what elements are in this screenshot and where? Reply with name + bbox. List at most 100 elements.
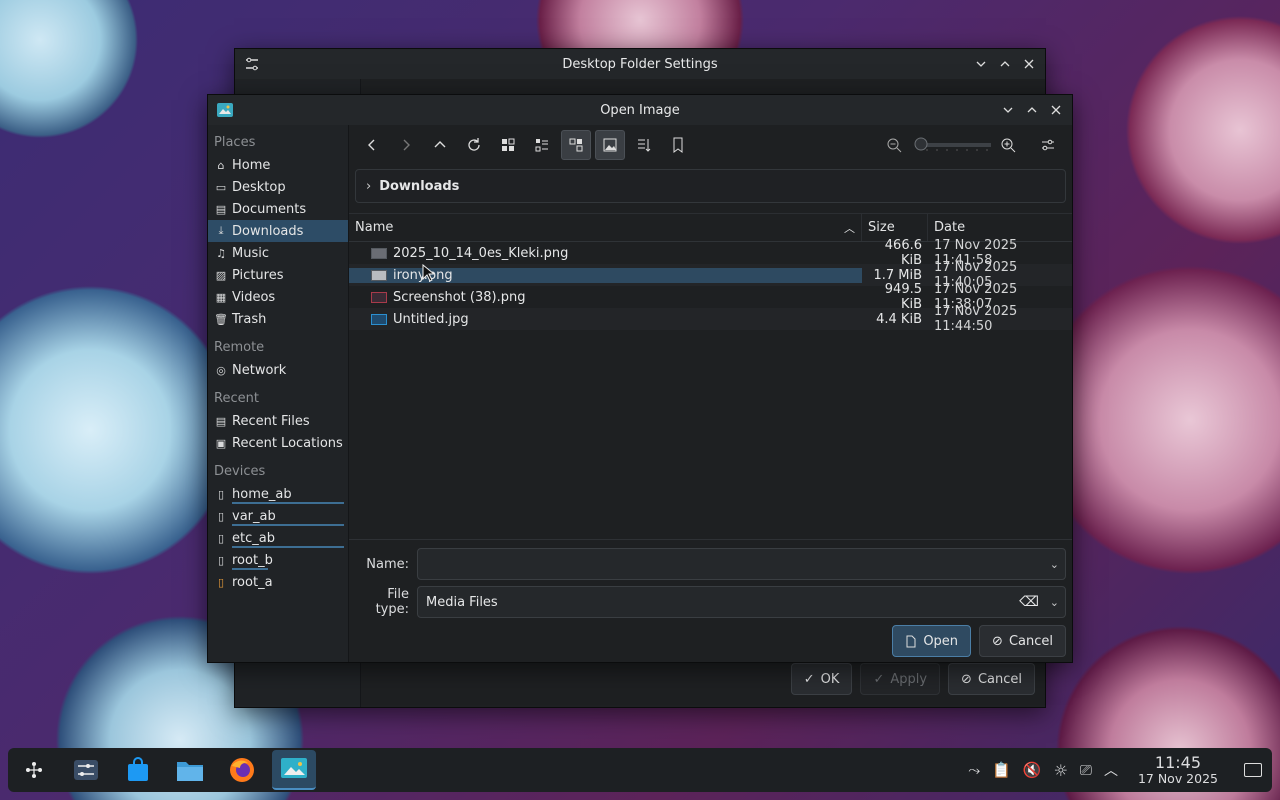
- place-label: Desktop: [232, 179, 286, 195]
- chevron-down-icon[interactable]: ⌄: [1050, 596, 1059, 609]
- place-label: Music: [232, 245, 269, 261]
- place-downloads[interactable]: ⤓ Downloads: [208, 220, 348, 242]
- place-pictures[interactable]: ▨ Pictures: [208, 264, 348, 286]
- place-desktop[interactable]: ▭ Desktop: [208, 176, 348, 198]
- icons-view-button[interactable]: [493, 130, 523, 160]
- place-trash[interactable]: 🗑 Trash: [208, 308, 348, 330]
- column-name-label: Name: [355, 220, 394, 235]
- network-wired-icon[interactable]: ⎚: [1080, 761, 1092, 779]
- place-music[interactable]: ♫ Music: [208, 242, 348, 264]
- device-label: home_ab: [232, 486, 292, 502]
- places-panel: Places ⌂ Home ▭ Desktop ▤ Documents ⤓ Downlo…: [208, 125, 349, 662]
- device-home-ab[interactable]: ▯ home_ab: [208, 483, 348, 505]
- device-var-ab[interactable]: ▯ var_ab: [208, 505, 348, 527]
- file-row[interactable]: Untitled.jpg 4.4 KiB 17 Nov 2025 11:44:50: [349, 304, 1072, 334]
- open-button[interactable]: Open: [892, 625, 972, 657]
- device-etc-ab[interactable]: ▯ etc_ab: [208, 527, 348, 549]
- place-recent-locations[interactable]: ▣ Recent Locations: [208, 432, 348, 454]
- zoom-slider[interactable]: [913, 137, 993, 153]
- sliders-icon: [1042, 139, 1054, 151]
- place-recent-files[interactable]: ▤ Recent Files: [208, 410, 348, 432]
- close-button[interactable]: [1019, 54, 1039, 74]
- sort-icon: [638, 139, 651, 152]
- check-icon: ✓: [803, 671, 815, 687]
- launcher-icon: [26, 762, 42, 778]
- show-desktop-icon[interactable]: [1244, 763, 1262, 777]
- volume-muted-icon[interactable]: 🔇: [1023, 761, 1042, 779]
- app-launcher-button[interactable]: [12, 750, 56, 790]
- place-documents[interactable]: ▤ Documents: [208, 198, 348, 220]
- dialog-maximize-button[interactable]: [1022, 100, 1042, 120]
- place-network[interactable]: ◎ Network: [208, 359, 348, 381]
- firefox-task[interactable]: [220, 750, 264, 790]
- sort-button[interactable]: [629, 130, 659, 160]
- brightness-icon[interactable]: ☼: [1054, 761, 1068, 780]
- place-home[interactable]: ⌂ Home: [208, 154, 348, 176]
- minimize-button[interactable]: [971, 54, 991, 74]
- discover-task[interactable]: [116, 750, 160, 790]
- chevron-up-icon[interactable]: ︿: [1104, 760, 1118, 780]
- dialog-close-button[interactable]: [1046, 100, 1066, 120]
- dialog-title: Open Image: [600, 102, 680, 118]
- ok-button[interactable]: ✓ OK: [790, 663, 853, 695]
- forward-button[interactable]: [391, 130, 421, 160]
- document-open-icon: [906, 635, 916, 647]
- file-manager-task[interactable]: [168, 750, 212, 790]
- device-label: etc_ab: [232, 530, 275, 546]
- bookmark-button[interactable]: [663, 130, 693, 160]
- breadcrumb[interactable]: › Downloads: [355, 169, 1066, 203]
- column-name[interactable]: Name ︿: [349, 214, 862, 241]
- zoom-in-button[interactable]: [993, 130, 1023, 160]
- dialog-titlebar[interactable]: Open Image: [208, 95, 1072, 125]
- file-name: Untitled.jpg: [393, 311, 469, 327]
- file-name: Screenshot (38).png: [393, 289, 526, 305]
- reload-button[interactable]: [459, 130, 489, 160]
- breadcrumb-downloads[interactable]: Downloads: [379, 179, 459, 194]
- column-date[interactable]: Date: [928, 214, 1072, 241]
- device-root-b[interactable]: ▯ root_b: [208, 549, 348, 571]
- image-dialog-task[interactable]: [272, 750, 316, 790]
- device-label: root_a: [232, 574, 273, 590]
- chevron-down-icon[interactable]: ⌄: [1050, 558, 1059, 571]
- place-videos[interactable]: ▦ Videos: [208, 286, 348, 308]
- dialog-buttons: Open ⊘ Cancel: [892, 625, 1066, 657]
- apply-button[interactable]: ✓ Apply: [860, 663, 941, 695]
- firefox-icon: [230, 758, 254, 782]
- kde-connect-icon[interactable]: ⤳: [968, 761, 980, 779]
- column-size[interactable]: Size: [862, 214, 928, 241]
- maximize-button[interactable]: [995, 54, 1015, 74]
- chevron-down-icon: [976, 61, 986, 67]
- up-button[interactable]: [425, 130, 455, 160]
- drive-icon: ▯: [217, 487, 225, 501]
- music-icon: ♫: [216, 246, 226, 260]
- clipboard-icon[interactable]: 📋: [992, 761, 1011, 779]
- store-icon: [128, 757, 148, 781]
- back-titlebar[interactable]: Desktop Folder Settings: [235, 49, 1045, 79]
- reload-icon: [468, 138, 480, 151]
- digital-clock[interactable]: 11:45 17 Nov 2025: [1138, 753, 1218, 785]
- place-label: Downloads: [232, 223, 304, 239]
- clear-icon[interactable]: ⌫: [1019, 594, 1039, 610]
- dialog-minimize-button[interactable]: [998, 100, 1018, 120]
- preview-button[interactable]: [595, 130, 625, 160]
- device-root-a[interactable]: ▯ root_a: [208, 571, 348, 593]
- name-input[interactable]: ⌄: [417, 548, 1066, 580]
- file-size: 4.4 KiB: [876, 311, 922, 327]
- options-button[interactable]: [1033, 130, 1063, 160]
- image-thumbnail-icon: [371, 269, 387, 281]
- devices-heading: Devices: [214, 464, 266, 479]
- compact-view-button[interactable]: [527, 130, 557, 160]
- clock-time: 11:45: [1154, 753, 1202, 773]
- back-cancel-button[interactable]: ⊘ Cancel: [948, 663, 1035, 695]
- column-size-label: Size: [868, 220, 895, 235]
- arrow-right-icon: [403, 139, 410, 151]
- zoom-out-button[interactable]: [879, 130, 909, 160]
- filetype-select[interactable]: Media Files ⌫ ⌄: [417, 586, 1066, 618]
- tree-view-button[interactable]: [561, 130, 591, 160]
- mouse-cursor-icon: [422, 264, 434, 282]
- recent-locations-icon: ▣: [215, 436, 227, 450]
- cancel-button[interactable]: ⊘ Cancel: [979, 625, 1066, 657]
- back-button[interactable]: [357, 130, 387, 160]
- zoom-in-icon: [1001, 138, 1016, 153]
- system-settings-task[interactable]: [64, 750, 108, 790]
